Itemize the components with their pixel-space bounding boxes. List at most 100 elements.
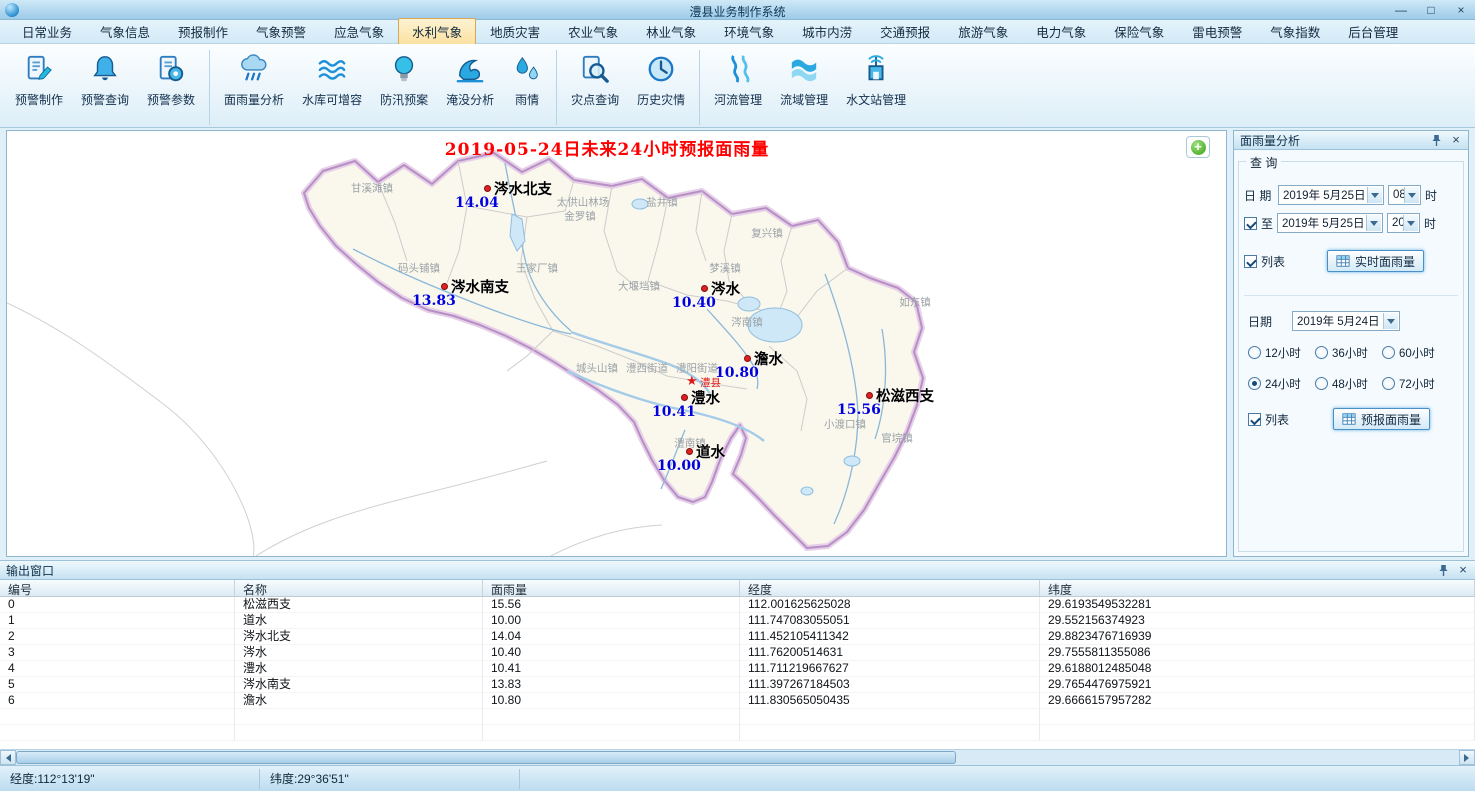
cell-longitude: 112.001625625028 (740, 597, 1040, 613)
horizontal-scrollbar[interactable] (0, 749, 1475, 765)
station-dot[interactable] (441, 283, 448, 290)
chevron-down-icon[interactable] (1404, 187, 1419, 203)
menu-item[interactable]: 林业气象 (632, 18, 710, 45)
toolbar-button[interactable]: 河流管理 (705, 50, 771, 125)
menu-item[interactable]: 后台管理 (1334, 18, 1412, 45)
chevron-down-icon[interactable] (1383, 313, 1398, 329)
chevron-down-icon[interactable] (1367, 187, 1382, 203)
toolbar-label: 历史灾情 (637, 91, 685, 108)
toolbar-button[interactable]: 防汛预案 (371, 50, 437, 125)
menu-item[interactable]: 应急气象 (320, 18, 398, 45)
radio-icon[interactable] (1315, 377, 1328, 390)
station-dot[interactable] (681, 394, 688, 401)
start-hour-select[interactable]: 08 (1388, 185, 1421, 205)
menu-item[interactable]: 环境气象 (710, 18, 788, 45)
toolbar-label: 水文站管理 (846, 91, 906, 108)
table-row[interactable]: 4 澧水 10.41 111.711219667627 29.618801248… (0, 661, 1475, 677)
toolbar-button[interactable]: 水库可增容 (293, 50, 371, 125)
cell-latitude: 29.6188012485048 (1040, 661, 1475, 677)
scrollbar-thumb[interactable] (16, 751, 956, 764)
panel-close-icon[interactable]: × (1450, 134, 1462, 146)
forecast-date-select[interactable]: 2019年 5月24日 (1292, 311, 1400, 331)
duration-radio-option[interactable]: 48小时 (1315, 368, 1382, 399)
toolbar-button[interactable]: 预警查询 (72, 50, 138, 125)
end-hour-select[interactable]: 20 (1387, 213, 1420, 233)
toolbar-button[interactable]: 面雨量分析 (215, 50, 293, 125)
close-button[interactable]: × (1453, 1, 1469, 19)
menu-item[interactable]: 水利气象 (398, 18, 476, 45)
menu-item[interactable]: 交通预报 (866, 18, 944, 45)
station-dot[interactable] (866, 392, 873, 399)
table-row[interactable]: 1 道水 10.00 111.747083055051 29.552156374… (0, 613, 1475, 629)
toolbar-button[interactable]: 预警参数 (138, 50, 210, 125)
menu-item[interactable]: 电力气象 (1022, 18, 1100, 45)
table-row[interactable]: 3 涔水 10.40 111.76200514631 29.7555811355… (0, 645, 1475, 661)
column-header[interactable]: 名称 (235, 580, 483, 596)
menu-item[interactable]: 气象预警 (242, 18, 320, 45)
list2-checkbox[interactable] (1248, 413, 1261, 426)
menu-item[interactable]: 气象指数 (1256, 18, 1334, 45)
zoom-in-button[interactable]: + (1186, 136, 1210, 158)
column-header[interactable]: 纬度 (1040, 580, 1475, 596)
radio-icon[interactable] (1382, 346, 1395, 359)
chevron-down-icon[interactable] (1403, 215, 1418, 231)
output-close-icon[interactable]: × (1457, 564, 1469, 576)
toolbar-button[interactable]: 淹没分析 (437, 50, 503, 125)
menu-item[interactable]: 预报制作 (164, 18, 242, 45)
table-row[interactable]: 6 澹水 10.80 111.830565050435 29.666615795… (0, 693, 1475, 709)
station-rainfall-value: 10.40 (672, 295, 716, 311)
pin-icon[interactable] (1431, 134, 1442, 147)
menu-item[interactable]: 地质灾害 (476, 18, 554, 45)
duration-radio-option[interactable]: 72小时 (1382, 368, 1449, 399)
menu-item[interactable]: 保险气象 (1100, 18, 1178, 45)
cell-latitude: 29.7555811355086 (1040, 645, 1475, 661)
station-dot[interactable] (686, 448, 693, 455)
scroll-left-button[interactable] (0, 750, 16, 765)
cell-longitude: 111.830565050435 (740, 693, 1040, 709)
end-date-value: 2019年 5月25日 (1282, 215, 1364, 231)
forecast-rain-button[interactable]: 预报面雨量 (1333, 408, 1430, 430)
output-header: 输出窗口 × (0, 561, 1475, 580)
menu-item[interactable]: 旅游气象 (944, 18, 1022, 45)
list-checkbox[interactable] (1244, 255, 1257, 268)
scroll-right-button[interactable] (1459, 750, 1475, 765)
minimize-button[interactable]: — (1393, 1, 1409, 19)
pin-icon[interactable] (1438, 564, 1449, 577)
duration-radio-option[interactable]: 24小时 (1248, 368, 1315, 399)
station-dot[interactable] (484, 185, 491, 192)
table-row[interactable]: 2 涔水北支 14.04 111.452105411342 29.8823476… (0, 629, 1475, 645)
duration-radio-option[interactable]: 12小时 (1248, 337, 1315, 368)
radio-icon[interactable] (1315, 346, 1328, 359)
start-date-select[interactable]: 2019年 5月25日 (1278, 185, 1384, 205)
station-dot[interactable] (701, 285, 708, 292)
radio-icon[interactable] (1248, 346, 1261, 359)
menu-item[interactable]: 气象信息 (86, 18, 164, 45)
start-date-row: 日 期 2019年 5月25日 08 时 (1244, 185, 1462, 205)
menu-item[interactable]: 雷电预警 (1178, 18, 1256, 45)
duration-radio-option[interactable]: 36小时 (1315, 337, 1382, 368)
chevron-down-icon[interactable] (1366, 215, 1381, 231)
toolbar-button[interactable]: 雨情 (503, 50, 557, 125)
toolbar-button[interactable]: 历史灾情 (628, 50, 700, 125)
column-header[interactable]: 经度 (740, 580, 1040, 596)
end-date-select[interactable]: 2019年 5月25日 (1277, 213, 1383, 233)
station-dot[interactable] (744, 355, 751, 362)
toolbar-button[interactable]: 水文站管理 (837, 50, 915, 125)
column-header[interactable]: 编号 (0, 580, 235, 596)
menu-item[interactable]: 城市内涝 (788, 18, 866, 45)
toolbar-button[interactable]: 流域管理 (771, 50, 837, 125)
radio-icon[interactable] (1248, 377, 1261, 390)
toolbar-button[interactable]: 灾点查询 (562, 50, 628, 125)
maximize-button[interactable]: □ (1423, 1, 1439, 19)
realtime-rain-button[interactable]: 实时面雨量 (1327, 250, 1424, 272)
table-row[interactable]: 0 松滋西支 15.56 112.001625625028 29.6193549… (0, 597, 1475, 613)
to-checkbox[interactable] (1244, 217, 1257, 230)
duration-radio-option[interactable]: 60小时 (1382, 337, 1449, 368)
column-header[interactable]: 面雨量 (483, 580, 740, 596)
menu-item[interactable]: 农业气象 (554, 18, 632, 45)
menu-item[interactable]: 日常业务 (8, 18, 86, 45)
map-canvas[interactable]: 2019-05-24日未来24小时预报面雨量 甘溪滩镇 太供山林场 金罗镇 盐井… (6, 130, 1227, 557)
toolbar-button[interactable]: 预警制作 (6, 50, 72, 125)
radio-icon[interactable] (1382, 377, 1395, 390)
table-row[interactable]: 5 涔水南支 13.83 111.397267184503 29.7654476… (0, 677, 1475, 693)
